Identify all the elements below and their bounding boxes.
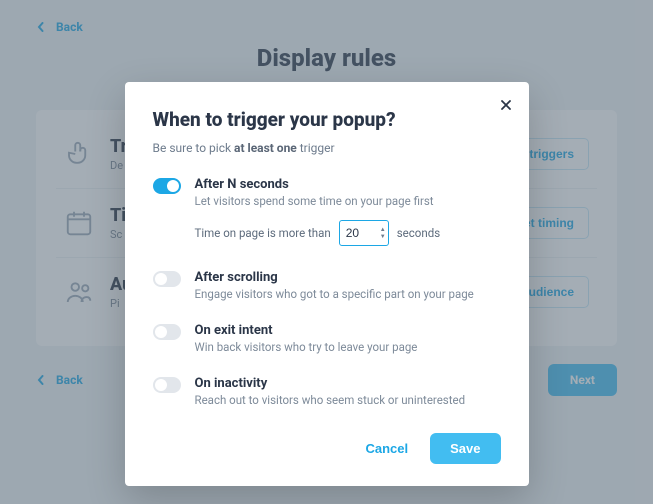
stepper-up-icon[interactable]: ▲ <box>380 226 386 233</box>
modal-overlay: When to trigger your popup? Be sure to p… <box>0 0 653 504</box>
modal-hint: Be sure to pick at least one trigger <box>153 141 501 155</box>
options-list: After N seconds Let visitors spend some … <box>153 169 501 413</box>
option-title: After N seconds <box>195 177 501 192</box>
option-after-scrolling: After scrolling Engage visitors who got … <box>153 262 501 307</box>
option-desc: Reach out to visitors who seem stuck or … <box>195 393 501 407</box>
modal-hint-suffix: trigger <box>297 141 335 155</box>
option-desc: Let visitors spend some time on your pag… <box>195 194 501 208</box>
modal-title: When to trigger your popup? <box>153 108 501 131</box>
toggle-after-n-seconds[interactable] <box>153 178 181 194</box>
option-after-n-seconds: After N seconds Let visitors spend some … <box>153 169 501 252</box>
stepper-down-icon[interactable]: ▼ <box>380 233 386 240</box>
option-config: Time on page is more than ▲ ▼ seconds <box>195 220 501 246</box>
option-inactivity: On inactivity Reach out to visitors who … <box>153 368 501 413</box>
save-button[interactable]: Save <box>430 433 500 464</box>
close-icon <box>500 99 512 111</box>
toggle-exit-intent[interactable] <box>153 324 181 340</box>
option-title: On exit intent <box>195 323 501 338</box>
option-desc: Win back visitors who try to leave your … <box>195 340 501 354</box>
option-title: On inactivity <box>195 376 501 391</box>
modal-hint-prefix: Be sure to pick <box>153 141 235 155</box>
toggle-after-scrolling[interactable] <box>153 271 181 287</box>
cancel-button[interactable]: Cancel <box>353 433 420 464</box>
option-desc: Engage visitors who got to a specific pa… <box>195 287 501 301</box>
option-title: After scrolling <box>195 270 501 285</box>
config-prefix: Time on page is more than <box>195 226 331 240</box>
config-suffix: seconds <box>397 226 440 240</box>
modal-actions: Cancel Save <box>153 433 501 464</box>
close-button[interactable] <box>497 96 515 114</box>
modal-hint-bold: at least one <box>234 141 297 155</box>
toggle-inactivity[interactable] <box>153 377 181 393</box>
trigger-modal: When to trigger your popup? Be sure to p… <box>125 82 529 486</box>
option-exit-intent: On exit intent Win back visitors who try… <box>153 315 501 360</box>
